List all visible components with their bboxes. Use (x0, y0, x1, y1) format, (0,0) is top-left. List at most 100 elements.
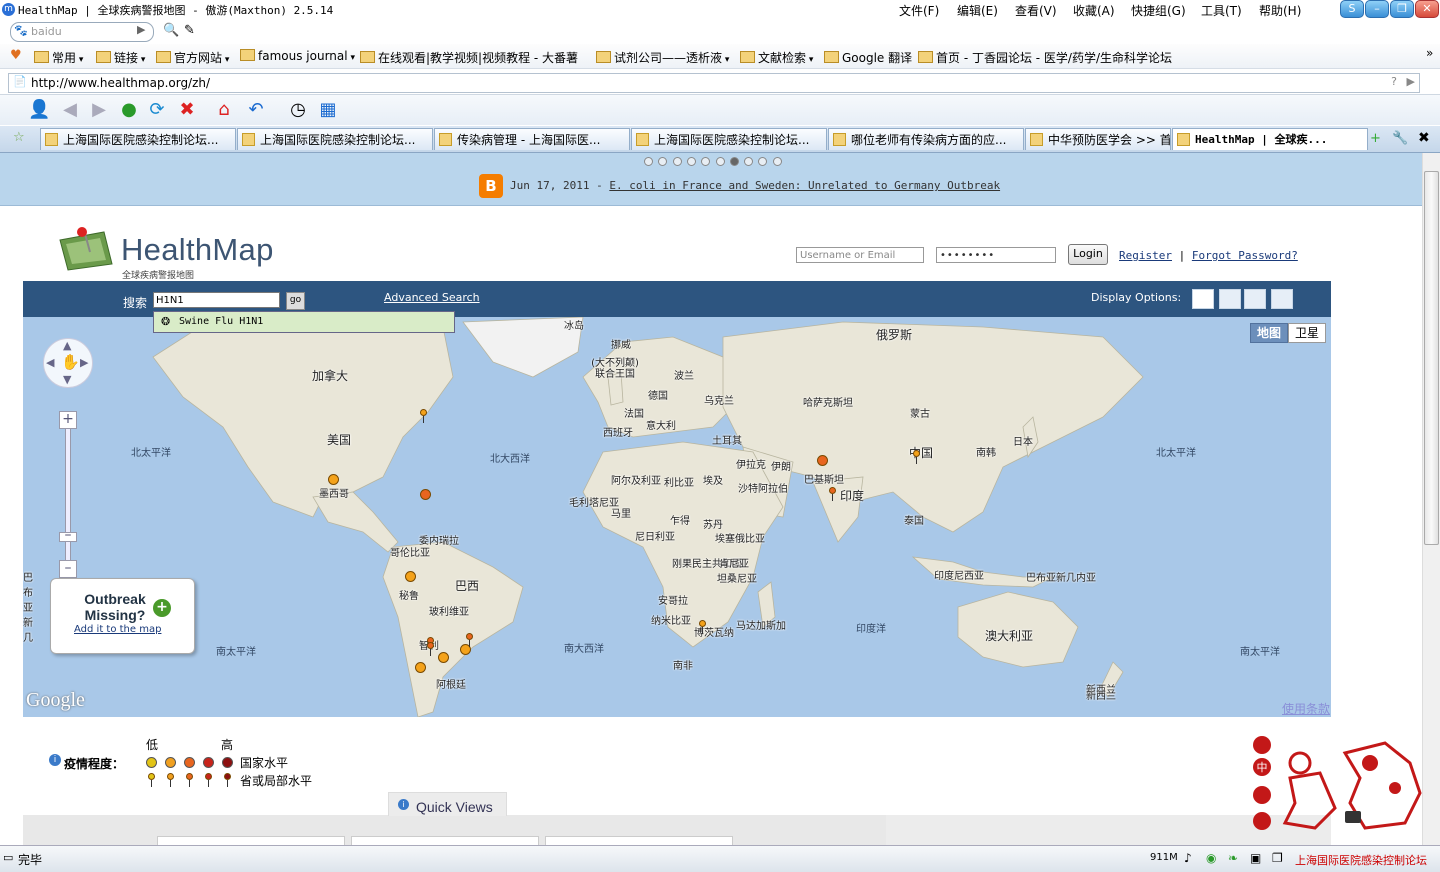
go-arrow-icon[interactable]: ▶ (137, 23, 145, 36)
menu-item[interactable]: 工具(T) (1201, 2, 1242, 19)
news-link[interactable]: E. coli in France and Sweden: Unrelated … (609, 179, 1000, 192)
skype-icon[interactable]: S (1340, 0, 1364, 18)
zoom-handle[interactable]: – (59, 528, 77, 542)
magnifier-icon[interactable]: 🔍 (163, 23, 179, 38)
favorite-item[interactable]: 试剂公司——透析液 ▾ (596, 49, 729, 66)
zoom-slider[interactable] (65, 413, 71, 579)
menu-item[interactable]: 查看(V) (1015, 2, 1057, 19)
map-type-satellite-button[interactable]: 卫星 (1288, 323, 1327, 343)
go-button[interactable]: go (286, 292, 305, 310)
user-icon[interactable]: 👤 (28, 99, 50, 121)
outbreak-marker[interactable] (817, 455, 828, 466)
new-tab-icon[interactable]: + (1370, 131, 1381, 146)
outbreak-marker[interactable] (415, 662, 426, 673)
favorite-item[interactable]: 在线观看|教学视频|视频教程 - 大番薯 (360, 49, 578, 66)
favorite-item[interactable]: 链接 ▾ (96, 49, 145, 66)
disease-search-input[interactable]: H1N1 (153, 292, 280, 308)
menu-item[interactable]: 编辑(E) (957, 2, 998, 19)
search-suggestion[interactable]: ❂ Swine Flu H1N1 (153, 311, 455, 333)
pen-icon[interactable]: ✎ (184, 23, 195, 38)
tools-icon[interactable]: 🔧 (1392, 131, 1408, 146)
quick-views-tab[interactable]: i Quick Views (388, 792, 507, 816)
network-icon[interactable]: ◉ (1206, 851, 1216, 865)
close-window-button[interactable]: ✕ (1415, 0, 1439, 18)
pan-up-icon[interactable]: ▲ (63, 339, 71, 352)
address-input[interactable]: 📄 http://www.healthmap.org/zh/ ? ▶ (8, 73, 1420, 93)
outbreak-marker[interactable] (405, 571, 416, 582)
password-field[interactable]: •••••••• (936, 247, 1056, 263)
pager-dot[interactable] (686, 157, 696, 166)
scrollbar-thumb[interactable] (1424, 171, 1439, 545)
display-option-1[interactable] (1192, 289, 1214, 309)
outbreak-marker[interactable] (829, 487, 836, 501)
back-icon[interactable]: ◀ (59, 99, 81, 121)
map-type-map-button[interactable]: 地图 (1250, 323, 1289, 343)
outbreak-marker[interactable] (328, 474, 339, 485)
favorite-item[interactable]: 首页 - 丁香园论坛 - 医学/药学/生命科学论坛 (918, 49, 1172, 66)
pager-dot[interactable] (715, 157, 725, 166)
search-input[interactable]: 🐾 baidu ▶ (10, 22, 154, 42)
add-to-map-link[interactable]: Add it to the map (74, 624, 161, 635)
forgot-password-link[interactable]: Forgot Password? (1192, 249, 1298, 262)
window-icon[interactable]: ❐ (1272, 851, 1283, 865)
favorite-item[interactable]: 官方网站 ▾ (156, 49, 229, 66)
terms-link[interactable]: 使用条款 (1282, 700, 1330, 717)
zoom-out-button[interactable]: – (59, 560, 77, 578)
hand-icon[interactable]: ✋ (61, 353, 80, 371)
refresh-icon[interactable]: ⟳ (146, 99, 168, 121)
outbreak-marker[interactable] (438, 652, 449, 663)
leaf-icon[interactable]: ❧ (1228, 851, 1238, 865)
pan-left-icon[interactable]: ◀ (46, 356, 54, 369)
display-option-3[interactable] (1244, 289, 1266, 309)
outbreak-missing-card[interactable]: Outbreak Missing? + Add it to the map (50, 578, 195, 654)
login-button[interactable]: Login (1068, 244, 1108, 265)
browser-tab[interactable]: 中华预防医学会 >> 首页 (1025, 128, 1171, 150)
browser-tab[interactable]: 上海国际医院感染控制论坛... (631, 128, 827, 150)
favorite-item[interactable]: Google 翻译 (824, 49, 912, 66)
logo-text[interactable]: HealthMap (121, 232, 274, 268)
home-icon[interactable]: ⌂ (213, 99, 235, 121)
google-logo[interactable]: Google (26, 689, 85, 712)
stop-icon[interactable]: ✖ (176, 99, 198, 121)
heart-icon[interactable]: ♥ (10, 48, 22, 63)
restore-button[interactable]: ❐ (1390, 0, 1414, 18)
music-icon[interactable]: ♪ (1184, 851, 1192, 865)
history-icon[interactable]: ◷ (287, 99, 309, 121)
menu-item[interactable]: 帮助(H) (1259, 2, 1301, 19)
undo-icon[interactable]: ↶ (245, 99, 267, 121)
minimize-button[interactable]: – (1365, 0, 1389, 18)
close-tab-icon[interactable]: ✖ (1418, 130, 1430, 146)
star-icon[interactable]: ☆ (13, 130, 25, 145)
display-option-4[interactable] (1271, 289, 1293, 309)
world-map[interactable]: 冰岛 俄罗斯 挪威 加拿大 (大不列颠)联合王国 波兰 德国 乌克兰 哈萨克斯坦 蒙古 法国 意大利西… (23, 317, 1331, 717)
menu-item[interactable]: 收藏(A) (1073, 2, 1115, 19)
outbreak-marker[interactable] (420, 409, 427, 423)
pager-dot[interactable] (672, 157, 682, 166)
pager-dot[interactable] (772, 157, 782, 166)
menu-item[interactable]: 文件(F) (899, 2, 939, 19)
go-green-icon[interactable]: ● (118, 99, 140, 121)
browser-tab[interactable]: 上海国际医院感染控制论坛... (237, 128, 433, 150)
tray-icon[interactable]: ▣ (1250, 851, 1261, 865)
forward-icon[interactable]: ▶ (88, 99, 110, 121)
register-link[interactable]: Register (1119, 249, 1172, 262)
pan-control[interactable]: ▲ ▼ ◀ ▶ ✋ (43, 338, 93, 388)
browser-tab[interactable]: 传染病管理 - 上海国际医... (434, 128, 630, 150)
favorite-item[interactable]: 文献检索 ▾ (740, 49, 813, 66)
pager-dot[interactable] (729, 157, 739, 166)
menu-item[interactable]: 快捷组(G) (1131, 2, 1186, 19)
browser-tab[interactable]: 上海国际医院感染控制论坛... (40, 128, 236, 150)
help-icon[interactable]: ? (1391, 75, 1397, 88)
info-icon[interactable]: i (49, 754, 61, 766)
browser-tab[interactable]: HealthMap | 全球疾... (1172, 128, 1368, 150)
outbreak-marker[interactable] (427, 642, 434, 656)
pan-down-icon[interactable]: ▼ (63, 373, 71, 386)
display-option-2[interactable] (1219, 289, 1241, 309)
groups-icon[interactable]: ▦ (317, 99, 339, 121)
favorite-item[interactable]: famous journal ▾ (240, 49, 355, 63)
more-chevron-icon[interactable]: » (1426, 46, 1433, 60)
outbreak-marker[interactable] (420, 489, 431, 500)
favorite-item[interactable]: 常用 ▾ (34, 49, 83, 66)
username-field[interactable]: Username or Email (796, 247, 924, 263)
pager-dot[interactable] (644, 157, 653, 166)
